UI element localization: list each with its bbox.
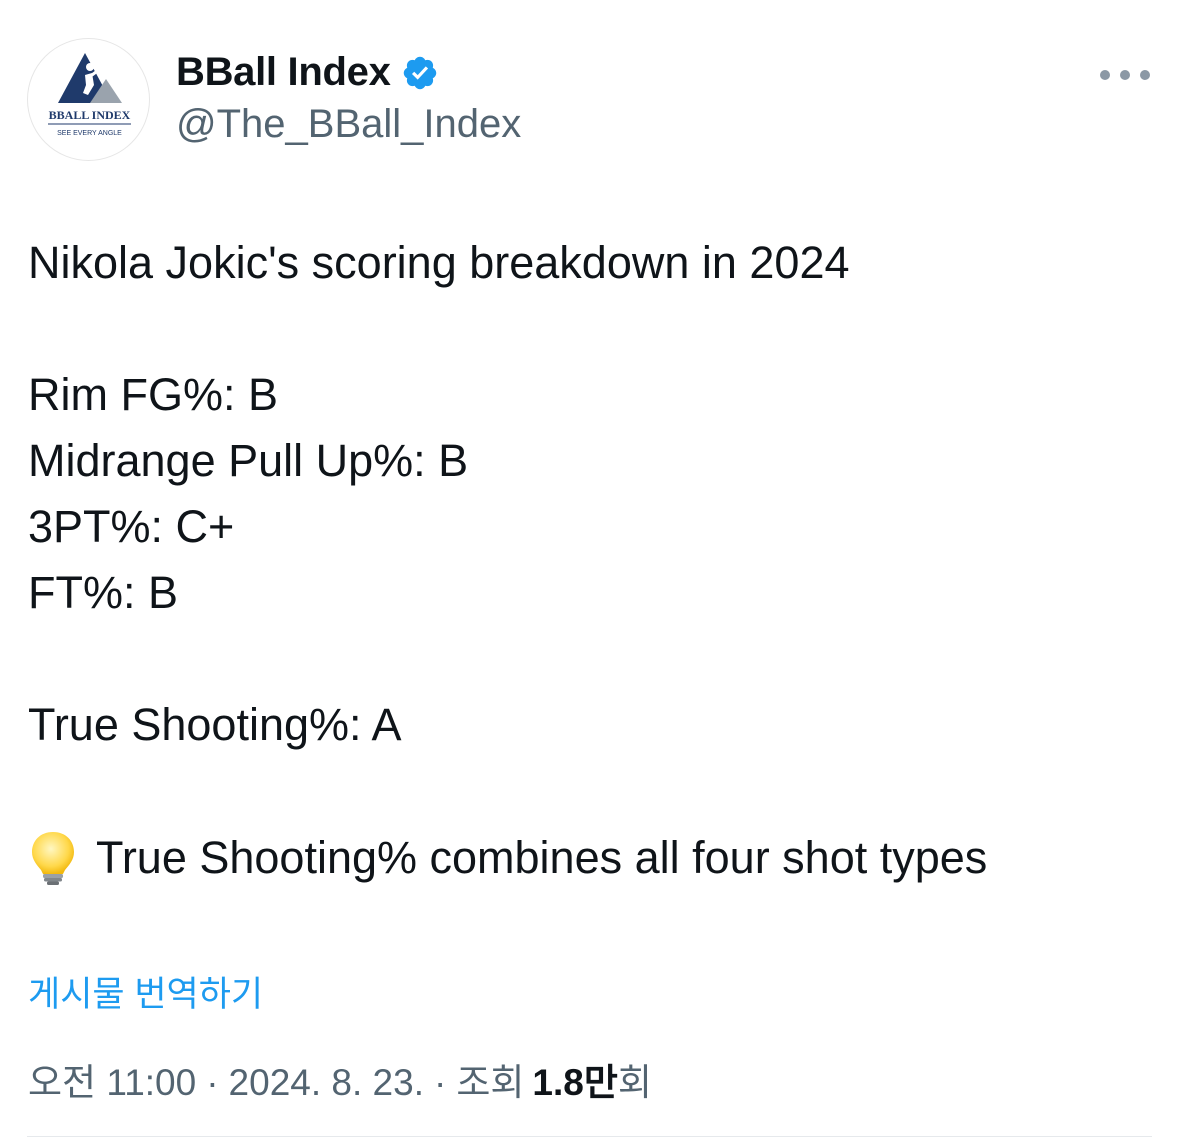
tweet-line-ft: FT%: B	[28, 567, 179, 618]
more-dot	[1100, 70, 1110, 80]
translate-post-link[interactable]: 게시물 번역하기	[28, 966, 263, 1017]
tweet-title: Nikola Jokic's scoring breakdown in 2024	[28, 237, 850, 288]
display-name[interactable]: BBall Index	[176, 50, 391, 95]
more-dot	[1140, 70, 1150, 80]
tweet-meta: 오전 11:00 · 2024. 8. 23. · 조회 1.8만 회	[28, 1052, 652, 1106]
divider	[27, 1136, 1152, 1137]
meta-separator: ·	[434, 1062, 447, 1103]
tweet-note: True Shooting% combines all four shot ty…	[28, 830, 987, 886]
bball-index-logo: BBALL INDEX SEE EVERY ANGLE	[48, 53, 131, 137]
tweet-note-text: True Shooting% combines all four shot ty…	[96, 832, 988, 883]
tweet-summary: True Shooting%: A	[28, 699, 402, 750]
views-count[interactable]: 1.8만	[532, 1052, 617, 1106]
views-suffix: 회	[617, 1062, 652, 1103]
tweet-line-midrange: Midrange Pull Up%: B	[28, 435, 469, 486]
tweet-line-rim: Rim FG%: B	[28, 369, 279, 420]
meta-separator: ·	[206, 1062, 219, 1103]
more-dot	[1120, 70, 1130, 80]
views-label[interactable]: 조회	[456, 1052, 524, 1106]
avatar[interactable]: BBALL INDEX SEE EVERY ANGLE	[27, 38, 150, 161]
tweet: BBALL INDEX SEE EVERY ANGLE BBall Index …	[0, 0, 1179, 1142]
logo-tagline: SEE EVERY ANGLE	[57, 130, 122, 137]
verified-badge-icon[interactable]	[401, 54, 439, 92]
author-handle[interactable]: @The_BBall_Index	[176, 102, 521, 147]
lightbulb-icon	[32, 832, 74, 885]
tweet-date[interactable]: 2024. 8. 23.	[229, 1062, 424, 1104]
tweet-time[interactable]: 오전 11:00	[28, 1052, 196, 1106]
logo-text: BBALL INDEX	[49, 108, 131, 122]
more-horizontal-icon[interactable]	[1100, 64, 1150, 86]
author-name-row[interactable]: BBall Index	[176, 50, 439, 95]
tweet-line-3pt: 3PT%: C+	[28, 501, 235, 552]
